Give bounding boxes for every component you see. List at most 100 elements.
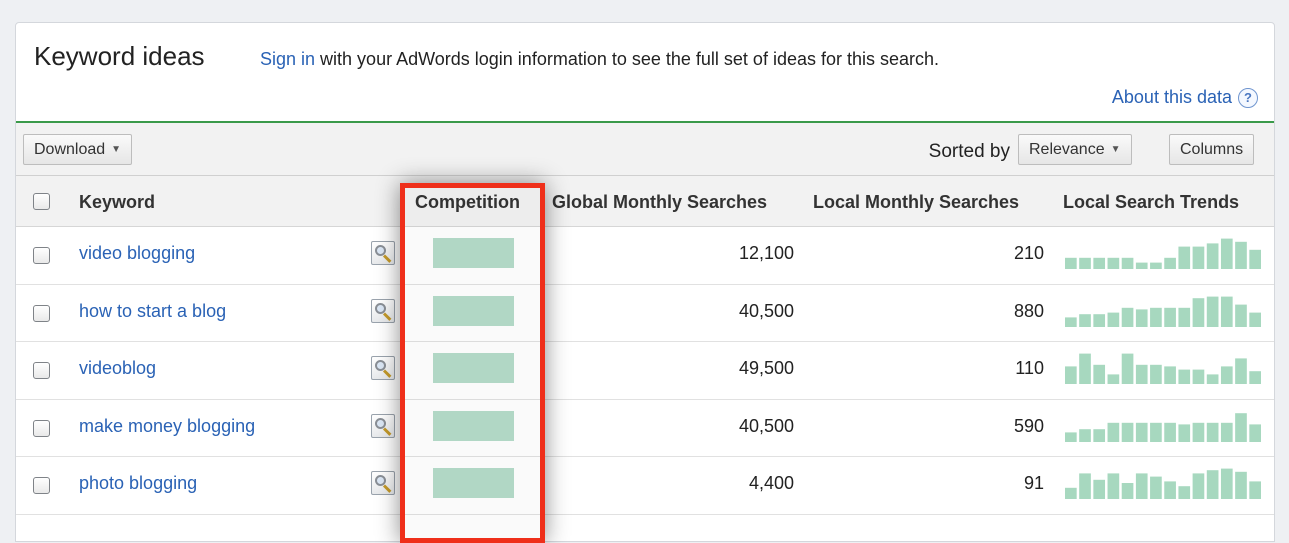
trend-bar — [1235, 358, 1247, 384]
column-header-local-trends[interactable]: Local Search Trends — [1063, 192, 1239, 213]
global-monthly-searches: 40,500 — [738, 415, 794, 436]
column-header-competition[interactable]: Competition — [415, 192, 520, 213]
signin-link[interactable]: Sign in — [260, 49, 315, 69]
trend-bar — [1107, 473, 1120, 499]
trend-bar — [1220, 238, 1233, 269]
trend-bar — [1065, 316, 1077, 327]
trend-bar — [1121, 257, 1134, 269]
trend-bar — [1107, 312, 1120, 327]
help-question-icon[interactable]: ? — [1238, 87, 1258, 108]
trend-bar — [1235, 304, 1247, 327]
trend-bar — [1135, 364, 1148, 384]
trend-bar — [1178, 369, 1191, 384]
trend-bar — [1206, 422, 1219, 442]
trend-bar — [1164, 366, 1176, 384]
table-row: make money blogging 40,500 590 — [16, 400, 1274, 457]
trend-bar — [1135, 308, 1148, 327]
trend-bar — [1164, 422, 1176, 442]
trend-bar — [1093, 313, 1106, 327]
trend-bar — [1135, 422, 1148, 442]
chevron-down-icon: ▼ — [111, 144, 122, 155]
table-row: video blogging 12,100 210 — [16, 227, 1274, 285]
trend-bar — [1079, 473, 1091, 499]
column-header-global-monthly[interactable]: Global Monthly Searches — [552, 192, 767, 213]
local-monthly-searches: 91 — [1023, 473, 1044, 493]
trend-bar — [1135, 473, 1148, 499]
magnifier-icon[interactable] — [371, 356, 395, 380]
table-header: Keyword Competition Global Monthly Searc… — [16, 176, 1274, 227]
column-header-keyword[interactable]: Keyword — [79, 192, 155, 213]
trend-bar — [1164, 307, 1176, 327]
trend-bar — [1150, 476, 1162, 499]
keyword-link[interactable]: how to start a blog — [79, 301, 226, 322]
trend-bar — [1235, 412, 1247, 442]
trend-bar — [1150, 262, 1162, 269]
about-this-data[interactable]: About this data ? — [1112, 87, 1258, 108]
trend-bar — [1206, 296, 1219, 327]
select-all-checkbox[interactable] — [33, 193, 50, 210]
trend-bar — [1093, 479, 1106, 499]
trend-bar — [1121, 307, 1134, 327]
trend-bar — [1065, 366, 1077, 384]
sort-value: Relevance — [1029, 140, 1105, 158]
columns-button[interactable]: Columns — [1169, 134, 1255, 165]
trend-bar — [1079, 313, 1091, 327]
trend-bar — [1065, 487, 1077, 499]
trend-bar — [1107, 422, 1120, 442]
magnifier-icon[interactable] — [371, 413, 395, 438]
trend-bar — [1206, 243, 1219, 269]
local-search-trend-sparkline — [1065, 412, 1261, 442]
trend-bar — [1249, 312, 1261, 327]
keyword-link[interactable]: video blogging — [79, 243, 195, 264]
download-label: Download — [34, 140, 106, 158]
trend-bar — [1121, 483, 1134, 499]
column-header-local-monthly[interactable]: Local Monthly Searches — [813, 192, 1019, 213]
trend-bar — [1192, 246, 1205, 269]
trend-bar — [1121, 422, 1134, 442]
row-checkbox[interactable] — [33, 304, 50, 322]
trend-bar — [1150, 422, 1162, 442]
keyword-ideas-panel: Keyword ideas Sign in with your AdWords … — [15, 22, 1275, 542]
trend-bar — [1206, 374, 1219, 384]
table-row: photo blogging 4,400 91 — [16, 457, 1274, 515]
trend-bar — [1192, 473, 1205, 499]
trend-bar — [1093, 257, 1106, 269]
about-data-link[interactable]: About this data — [1112, 87, 1232, 108]
trend-bar — [1164, 257, 1176, 269]
trend-bar — [1079, 257, 1091, 269]
trend-bar — [1107, 257, 1120, 269]
competition-bar — [433, 468, 514, 498]
trend-bar — [1093, 428, 1106, 442]
global-monthly-searches: 4,400 — [748, 473, 794, 493]
trend-bar — [1192, 422, 1205, 442]
trend-bar — [1249, 371, 1261, 384]
trend-bar — [1249, 249, 1261, 269]
download-button[interactable]: Download ▼ — [23, 134, 133, 165]
magnifier-icon[interactable] — [371, 241, 395, 265]
local-search-trend-sparkline — [1065, 468, 1261, 499]
local-monthly-searches: 210 — [1013, 243, 1044, 263]
magnifier-icon[interactable] — [371, 298, 395, 323]
sort-dropdown[interactable]: Relevance ▼ — [1018, 134, 1132, 165]
local-search-trend-sparkline — [1065, 238, 1261, 269]
row-checkbox[interactable] — [33, 419, 50, 437]
keyword-link[interactable]: videoblog — [79, 358, 156, 379]
global-monthly-searches: 49,500 — [738, 358, 794, 378]
row-checkbox[interactable] — [33, 477, 50, 494]
trend-bar — [1178, 246, 1191, 269]
row-checkbox[interactable] — [33, 362, 50, 379]
keyword-link[interactable]: make money blogging — [79, 416, 255, 437]
trend-bar — [1065, 257, 1077, 269]
row-checkbox[interactable] — [33, 247, 50, 264]
trend-bar — [1220, 468, 1233, 499]
signin-notice: Sign in with your AdWords login informat… — [260, 49, 939, 70]
table-row: videoblog 49,500 110 — [16, 342, 1274, 400]
trend-bar — [1079, 353, 1091, 384]
chevron-down-icon: ▼ — [1110, 144, 1121, 155]
keyword-link[interactable]: photo blogging — [79, 473, 197, 494]
trend-bar — [1235, 241, 1247, 269]
trend-bar — [1150, 364, 1162, 384]
local-search-trend-sparkline — [1065, 296, 1261, 327]
magnifier-icon[interactable] — [371, 471, 395, 495]
local-search-trend-sparkline — [1065, 353, 1261, 384]
